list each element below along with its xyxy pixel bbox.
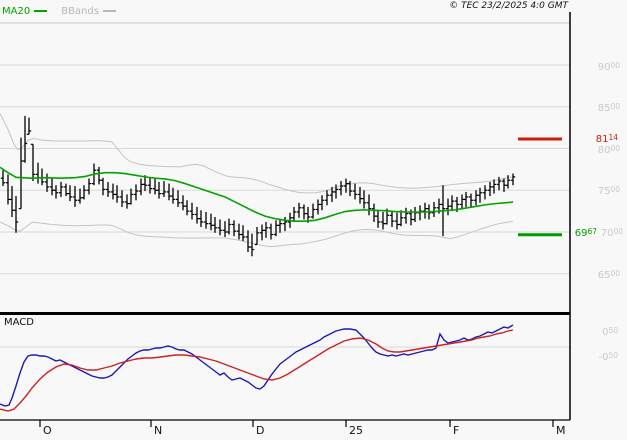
- bbands-legend-dash-icon: [102, 10, 116, 12]
- panel-frame: [0, 12, 571, 421]
- price-axis-label-9000: 9000: [597, 61, 620, 73]
- time-axis-label-F: F: [453, 424, 460, 437]
- price-axis-label-6967: 6967: [574, 227, 597, 239]
- ma20-legend-label: MA20: [2, 5, 31, 17]
- chart-canvas[interactable]: [0, 0, 627, 440]
- price-axis-label-8000: 8000: [597, 144, 620, 156]
- price-axis-label--050: -050: [598, 351, 618, 363]
- time-axis-label-D: D: [256, 424, 265, 437]
- price-axis-label-7500: 7500: [597, 185, 620, 197]
- copyright-timestamp: © TEC 23/2/2025 4:0 GMT: [449, 1, 568, 11]
- price-axis-label-8500: 8500: [597, 102, 620, 114]
- time-axis-label-N: N: [154, 424, 163, 437]
- price-axis-label-6500: 6500: [597, 269, 620, 281]
- price-axis-label-050: 050: [602, 326, 618, 338]
- macd-panel-title: MACD: [4, 317, 34, 328]
- ma20-line: [0, 166, 514, 222]
- price-gridlines: [0, 22, 570, 348]
- price-axis-label-7000: 7000: [600, 227, 623, 239]
- bbands-legend-label: BBands: [61, 5, 99, 17]
- time-axis-label-M: M: [556, 424, 566, 437]
- time-axis-label-O: O: [43, 424, 52, 437]
- macd-lines: [0, 324, 514, 412]
- legend-bbands: BBands: [61, 6, 116, 17]
- x-axis: [39, 420, 554, 427]
- support-resistance-lines: [518, 137, 562, 237]
- legend-ma20: MA20: [2, 5, 48, 17]
- stock-chart-screen: MA20 BBands © TEC 23/2/2025 4:0 GMT MACD…: [0, 0, 627, 440]
- ma20-legend-dash-icon: [34, 10, 48, 12]
- time-axis-label-25: 25: [349, 424, 363, 437]
- bollinger-bands: [0, 113, 514, 248]
- indicator-legend: MA20 BBands: [2, 2, 130, 20]
